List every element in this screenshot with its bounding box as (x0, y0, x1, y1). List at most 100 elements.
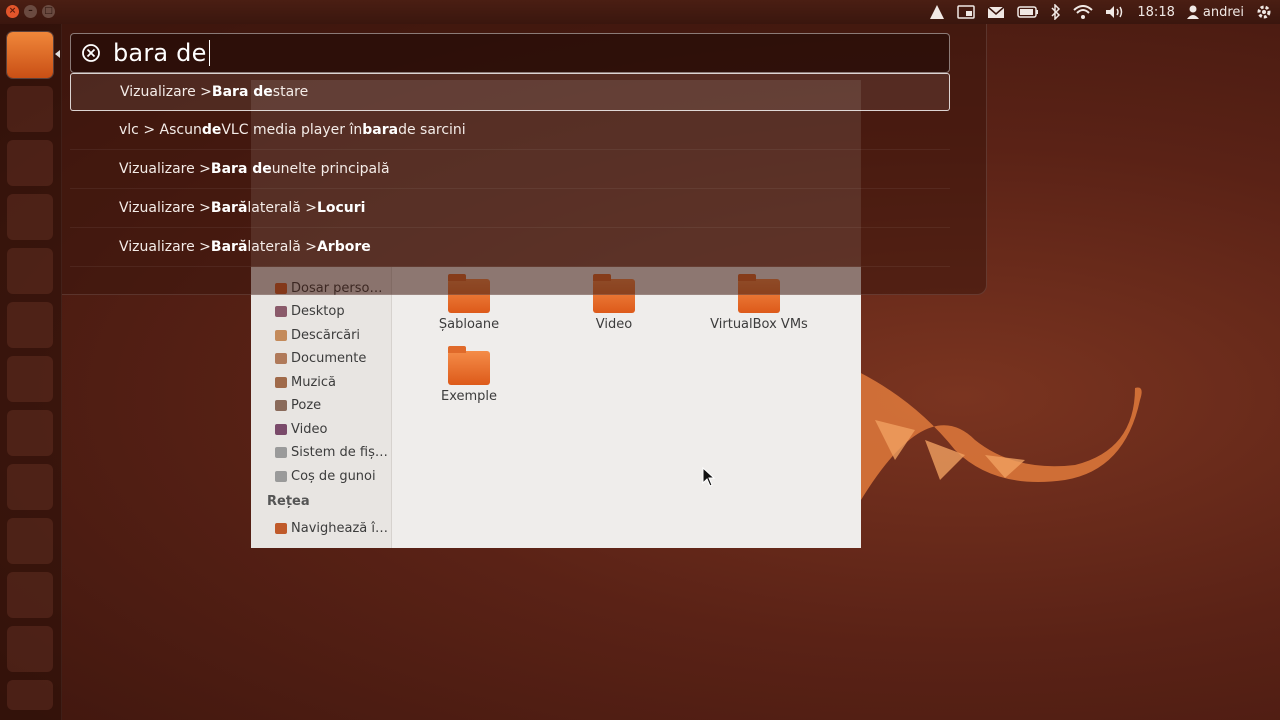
user-icon (1186, 5, 1199, 19)
file-manager-window: Dosar perso…DesktopDescărcăriDocumenteMu… (251, 267, 861, 548)
place-label: Coș de gunoi (291, 468, 376, 484)
hud-result-text: Vizualizare > (119, 200, 211, 216)
hud-result-item[interactable]: Vizualizare > Bara de stare (70, 73, 950, 111)
places-sidebar: Dosar perso…DesktopDescărcăriDocumenteMu… (251, 267, 392, 548)
launcher-item-removable-drive[interactable] (7, 626, 53, 672)
launcher-item-firefox[interactable] (7, 140, 53, 186)
place-label: Video (291, 421, 328, 437)
place-label: Muzică (291, 374, 337, 390)
volume-icon[interactable] (1105, 5, 1125, 19)
close-button[interactable]: × (6, 5, 19, 18)
folder-label: VirtualBox VMs (710, 317, 808, 332)
launcher-item-impress[interactable] (7, 302, 53, 348)
place-icon (275, 446, 287, 458)
launcher-item-trash[interactable] (7, 680, 53, 710)
place-icon (275, 470, 287, 482)
wallpaper-creature (855, 370, 1142, 510)
hud-result-text: unelte principală (271, 161, 390, 177)
hud-result-item[interactable]: vlc > Ascun de VLC media player în bara d… (70, 111, 950, 150)
place-label: Desktop (291, 303, 345, 319)
clock[interactable]: 18:18 (1137, 5, 1174, 20)
hud-result-text: de (201, 122, 222, 138)
battery-icon[interactable] (1017, 6, 1039, 18)
network-icon (275, 522, 287, 534)
hud-result-text: bara (362, 122, 399, 138)
active-arrow-icon (55, 50, 60, 58)
hud-result-text: VLC media player în (221, 122, 363, 138)
hud-result-text: Bara de (211, 84, 273, 100)
indicator-area: 18:18 andrei (929, 0, 1272, 24)
launcher-item-calc[interactable] (7, 248, 53, 294)
sidebar-place-item[interactable]: Muzică (275, 371, 336, 393)
place-icon (275, 352, 287, 364)
launcher-item-home-folder[interactable] (7, 32, 53, 78)
user-menu[interactable]: andrei (1186, 4, 1244, 20)
hud-search-field[interactable]: bara de (70, 33, 950, 73)
place-icon (275, 399, 287, 411)
hud-result-item[interactable]: Vizualizare > Bară laterală > Locuri (70, 189, 950, 228)
place-label: Poze (291, 397, 322, 413)
folder-label: Video (595, 317, 633, 332)
sidebar-place-item[interactable]: Coș de gunoi (275, 465, 376, 487)
hud-result-text: Arbore (316, 239, 371, 255)
ubuntu-one-icon[interactable] (929, 4, 945, 20)
place-icon (275, 329, 287, 341)
hud-result-text: Bară (210, 200, 248, 216)
hud-results-list: Vizualizare > Bara de stare vlc > Ascun de… (70, 73, 950, 267)
hud-result-text: Bara de (210, 161, 272, 177)
folder-label: Șabloane (438, 317, 500, 332)
mouse-pointer-icon (702, 467, 716, 487)
maximize-button[interactable]: □ (42, 5, 55, 18)
place-icon (275, 305, 287, 317)
hud-result-text: Vizualizare > (119, 161, 211, 177)
place-label: Sistem de fiș… (291, 444, 388, 460)
hud-result-text: Bară (210, 239, 248, 255)
window-controls: × – □ (6, 5, 55, 18)
hud-result-text: Vizualizare > (119, 239, 211, 255)
sidebar-place-item[interactable]: Documente (275, 347, 366, 369)
launcher-item-vlc[interactable] (7, 518, 53, 564)
sidebar-place-item[interactable]: Desktop (275, 300, 345, 322)
top-panel: × – □ 18:18 andrei (0, 0, 1280, 24)
launcher-item-workspaces[interactable] (7, 572, 53, 618)
place-label: Documente (291, 350, 367, 366)
sidebar-place-item[interactable]: Sistem de fiș… (275, 441, 388, 463)
sidebar-place-item[interactable]: Poze (275, 394, 321, 416)
sidebar-place-item[interactable]: Descărcări (275, 324, 360, 346)
place-icon (275, 423, 287, 435)
hud-result-text: de sarcini (398, 122, 466, 138)
folder-icon (448, 346, 490, 385)
hud-result-text: laterală > (247, 239, 317, 255)
launcher-item-software-center[interactable] (7, 356, 53, 402)
folder-item[interactable]: Exemple (409, 346, 529, 404)
sidebar-place-item[interactable]: Video (275, 418, 327, 440)
mail-icon[interactable] (987, 5, 1005, 19)
launcher-item-writer[interactable] (7, 194, 53, 240)
network-label: Navighează î… (291, 520, 388, 536)
place-label: Descărcări (291, 327, 361, 343)
wifi-icon[interactable] (1073, 5, 1094, 19)
launcher-item-ubuntu-one[interactable] (7, 410, 53, 456)
search-query: bara de (113, 39, 207, 67)
launcher-item-files[interactable] (7, 86, 53, 132)
hud-result-item[interactable]: Vizualizare > Bara de unelte principală (70, 150, 950, 189)
text-caret (208, 40, 210, 66)
hud-result-text: Vizualizare > (120, 84, 212, 100)
network-section-header: Rețea (267, 494, 310, 509)
bluetooth-icon[interactable] (1051, 4, 1061, 20)
minimize-button[interactable]: – (24, 5, 37, 18)
hud-result-text: Locuri (316, 200, 366, 216)
launcher-item-settings[interactable] (7, 464, 53, 510)
hud-result-item[interactable]: Vizualizare > Bară laterală > Arbore (70, 228, 950, 267)
gear-icon[interactable] (1256, 4, 1272, 20)
hud-result-text: vlc > Ascun (119, 122, 202, 138)
sidebar-network-item[interactable]: Navighează î… (275, 517, 388, 539)
clear-search-icon[interactable] (81, 43, 101, 63)
hud-result-text: laterală > (247, 200, 317, 216)
user-name: andrei (1202, 4, 1244, 20)
hud-result-text: stare (272, 84, 309, 100)
launcher (0, 24, 62, 720)
place-icon (275, 376, 287, 388)
folder-label: Exemple (440, 389, 498, 404)
workspace-icon[interactable] (957, 5, 976, 19)
